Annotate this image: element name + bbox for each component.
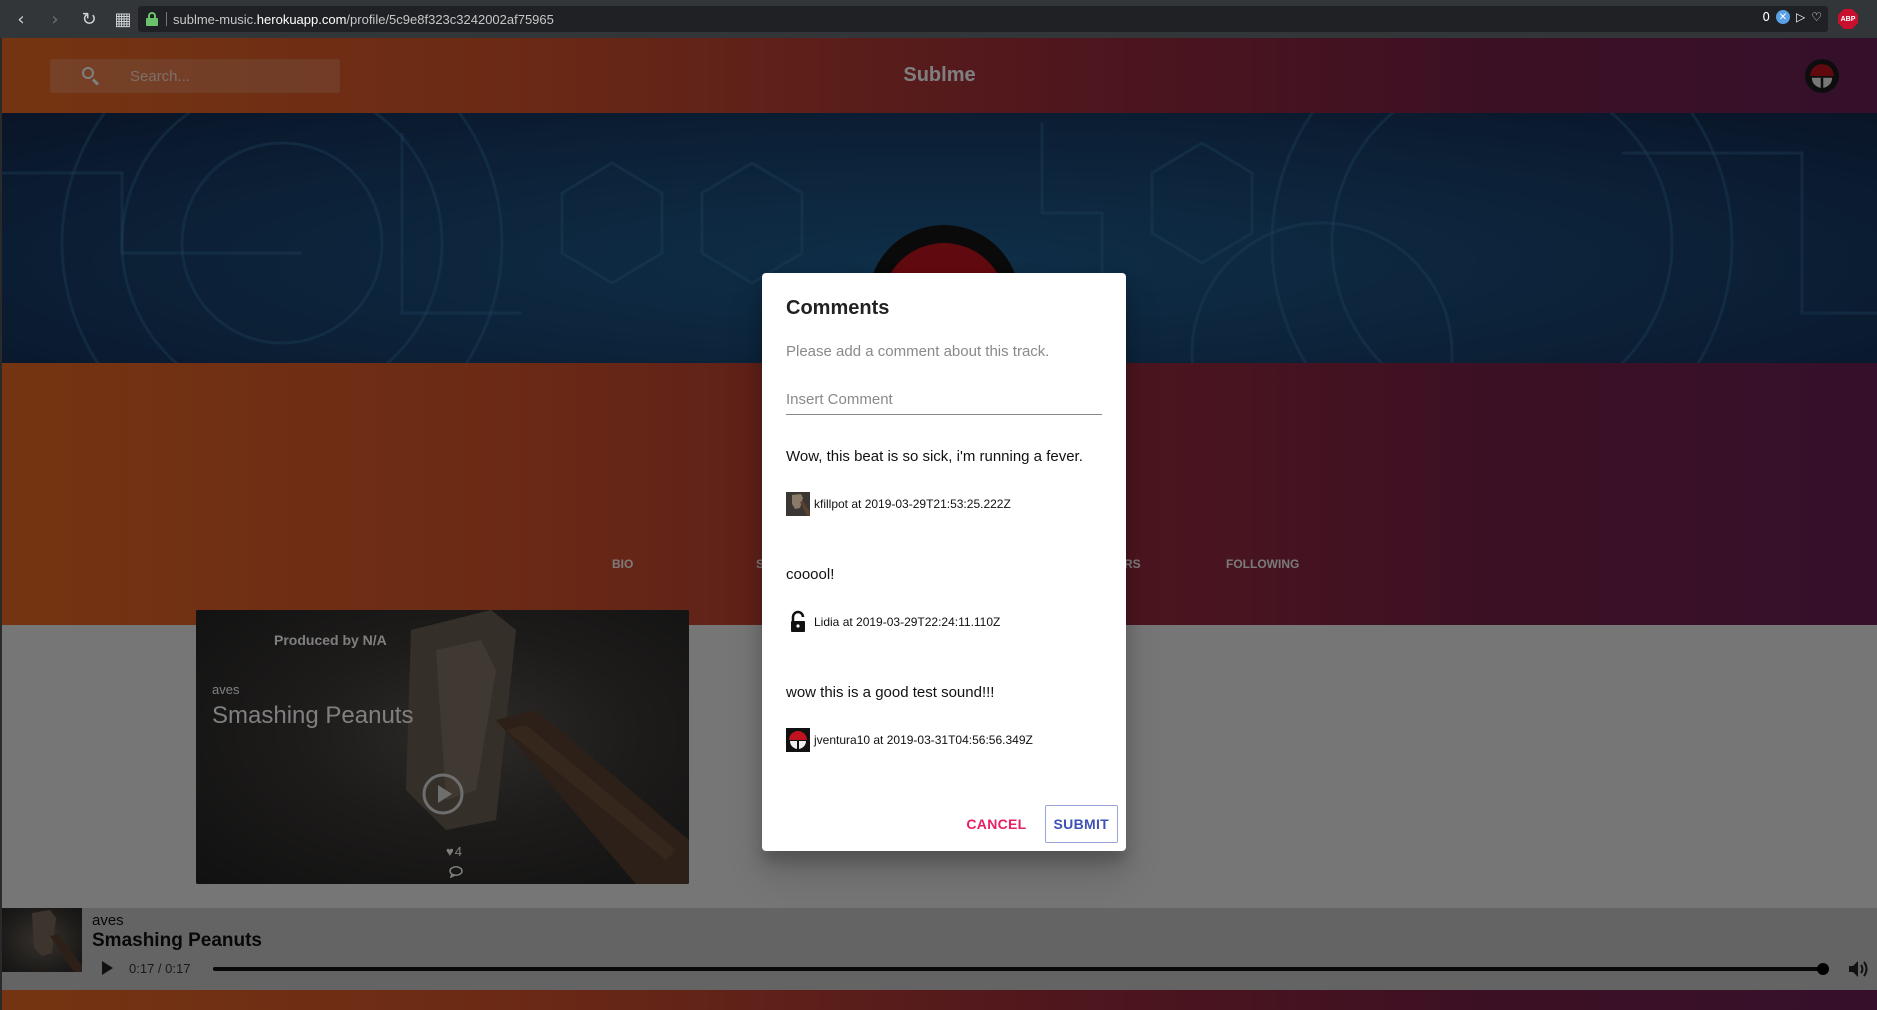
dialog-actions: CANCEL SUBMIT <box>958 805 1118 843</box>
dialog-description: Please add a comment about this track. <box>786 343 1050 360</box>
comment-meta: kfillpot at 2019-03-29T21:53:25.222Z <box>786 492 1011 516</box>
address-bar[interactable]: sublme-music.herokuapp.com/profile/5c9e8… <box>138 6 1828 32</box>
x-extension-icon[interactable]: ✕ <box>1776 10 1790 24</box>
browser-toolbar: ‹ › ↻ ▦ sublme-music.herokuapp.com/profi… <box>0 0 1877 38</box>
submit-button[interactable]: SUBMIT <box>1044 805 1118 843</box>
url-separator <box>166 12 167 26</box>
lock-icon <box>786 610 810 634</box>
dialog-title: Comments <box>786 297 890 319</box>
url-text: sublme-music.herokuapp.com/profile/5c9e8… <box>173 11 554 27</box>
forward-icon[interactable]: › <box>42 6 68 32</box>
comment-item: Wow, this beat is so sick, i'm running a… <box>786 448 1106 516</box>
uchiha-crest-avatar <box>786 728 810 752</box>
adblock-icon[interactable]: ABP <box>1838 9 1858 29</box>
page: Search... Sublme <box>2 38 1877 1010</box>
comment-meta: Lidia at 2019-03-29T22:24:11.110Z <box>786 610 1000 634</box>
comment-text: wow this is a good test sound!!! <box>786 684 995 701</box>
back-icon[interactable]: ‹ <box>8 6 34 32</box>
comment-item: wow this is a good test sound!!! jventur… <box>786 684 1106 752</box>
comment-author-time: kfillpot at 2019-03-29T21:53:25.222Z <box>814 497 1011 511</box>
comment-text: cooool! <box>786 566 835 583</box>
comment-item: cooool! Lidia at 2019-03-29T22:24:11.110… <box>786 566 1106 632</box>
hammer-thumb-avatar <box>786 492 810 516</box>
comments-dialog: Comments Please add a comment about this… <box>762 273 1126 851</box>
secure-lock-icon <box>146 12 158 26</box>
comment-author-time: Lidia at 2019-03-29T22:24:11.110Z <box>814 615 1001 629</box>
reload-icon[interactable]: ↻ <box>76 6 102 32</box>
send-icon[interactable]: ▷ <box>1796 10 1805 24</box>
comment-text: Wow, this beat is so sick, i'm running a… <box>786 448 1083 465</box>
heart-outline-icon[interactable]: ♡ <box>1811 10 1822 24</box>
comment-author-time: jventura10 at 2019-03-31T04:56:56.349Z <box>814 733 1033 747</box>
cancel-button[interactable]: CANCEL <box>958 805 1034 843</box>
adblock-label: ABP <box>1840 15 1856 23</box>
comment-meta: jventura10 at 2019-03-31T04:56:56.349Z <box>786 728 1033 752</box>
comment-input[interactable] <box>786 385 1102 415</box>
extension-icons: 0 ✕ ▷ ♡ <box>1762 10 1822 24</box>
apps-grid-icon[interactable]: ▦ <box>110 6 136 32</box>
badge-count: 0 <box>1762 10 1770 24</box>
